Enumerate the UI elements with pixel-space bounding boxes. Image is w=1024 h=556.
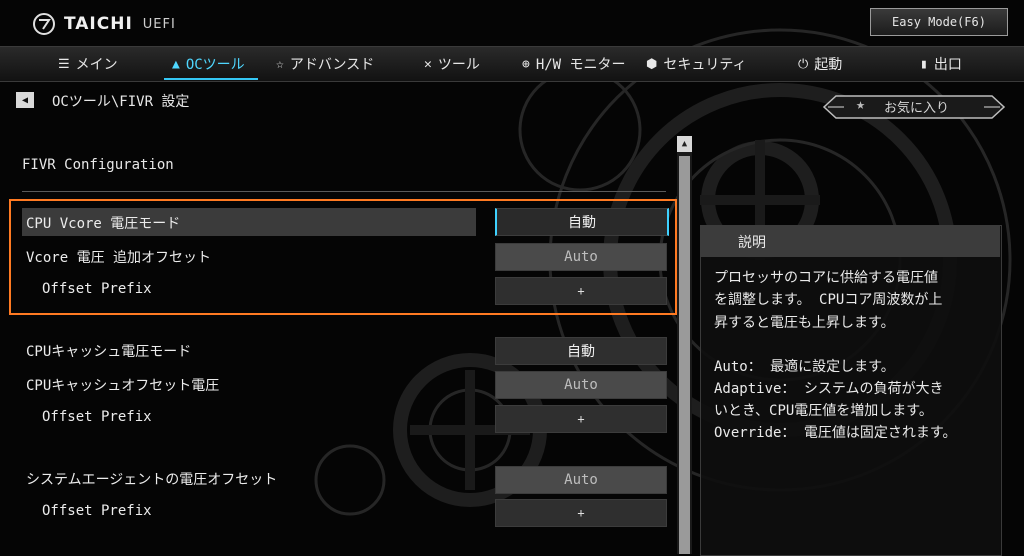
tab-advanced[interactable]: ☆ アドバンスド: [276, 47, 374, 81]
active-tab-underline: [164, 78, 258, 80]
tab-tool-label: ツール: [437, 57, 480, 73]
tab-main-label: メイン: [75, 57, 118, 73]
tools-icon: ✕: [424, 56, 432, 72]
setting-value-offset-prefix-2[interactable]: +: [495, 405, 667, 433]
description-line: Adaptive： システムの負荷が大き: [714, 381, 944, 397]
setting-value-cpu-cache-offset[interactable]: Auto: [495, 371, 667, 399]
crosshair-icon: ⊕: [522, 56, 530, 72]
setting-label-cpu-cache-mode[interactable]: CPUキャッシュ電圧モード: [26, 341, 191, 361]
taichi-logo-icon: [33, 13, 55, 35]
description-line: Override： 電圧値は固定されます。: [714, 425, 957, 441]
exit-icon: ▮: [920, 56, 928, 72]
breadcrumb: OCツール\FIVR 設定: [52, 94, 190, 110]
tab-hw-monitor-label: H/W モニター: [535, 57, 626, 73]
tab-main[interactable]: ☰ メイン: [58, 47, 118, 81]
setting-value-system-agent-offset[interactable]: Auto: [495, 466, 667, 494]
top-bar: TAICHI UEFI Easy Mode(F6): [0, 0, 1024, 46]
tab-exit[interactable]: ▮ 出口: [920, 47, 962, 81]
star-icon: ★: [856, 95, 866, 113]
description-line: 昇すると電圧も上昇します。: [714, 315, 895, 331]
description-title: 説明: [738, 235, 766, 251]
tab-security[interactable]: ⬢ セキュリティ: [646, 47, 747, 81]
scroll-up-arrow-icon[interactable]: ▲: [677, 136, 692, 152]
back-arrow-icon[interactable]: ◀: [16, 92, 34, 108]
setting-label-cpu-cache-offset[interactable]: CPUキャッシュオフセット電圧: [26, 375, 219, 395]
tab-hw-monitor[interactable]: ⊕ H/W モニター: [522, 47, 626, 81]
tab-advanced-label: アドバンスド: [289, 57, 375, 73]
description-line: Auto： 最適に設定します。: [714, 359, 895, 375]
setting-value-cpu-cache-mode[interactable]: 自動: [495, 337, 667, 365]
description-line: プロセッサのコアに供給する電圧値: [714, 270, 938, 286]
power-icon: ⏻: [798, 56, 809, 72]
section-divider: [22, 191, 666, 192]
section-title: FIVR Configuration: [22, 157, 174, 173]
setting-label-system-agent-offset[interactable]: システムエージェントの電圧オフセット: [26, 469, 277, 489]
shield-icon: ⬢: [646, 56, 658, 72]
tab-boot[interactable]: ⏻ 起動: [798, 47, 842, 81]
setting-label-offset-prefix-2[interactable]: Offset Prefix: [42, 409, 152, 425]
description-line: を調整します。 CPUコア周波数が上: [714, 292, 943, 308]
rocket-icon: ▲: [172, 56, 180, 72]
tab-security-label: セキュリティ: [663, 57, 747, 73]
tab-boot-label: 起動: [814, 57, 843, 73]
main-nav: ☰ メイン ▲ OCツール ☆ アドバンスド ✕ ツール ⊕ H/W モニター …: [0, 46, 1024, 82]
list-icon: ☰: [58, 56, 70, 72]
setting-value-offset-prefix-3[interactable]: +: [495, 499, 667, 527]
description-line: いとき、CPU電圧値を増加します。: [714, 403, 933, 419]
highlight-box: [9, 199, 677, 315]
tab-oc-tweaker[interactable]: ▲ OCツール: [172, 47, 245, 81]
brand-name: TAICHI: [64, 14, 133, 34]
taichi-logo: TAICHI UEFI: [32, 12, 176, 36]
star-icon: ☆: [276, 56, 284, 72]
favorites-label: お気に入り: [884, 101, 950, 116]
brand-sub: UEFI: [142, 16, 176, 32]
tab-oc-tweaker-label: OCツール: [185, 57, 245, 73]
setting-label-offset-prefix-3[interactable]: Offset Prefix: [42, 503, 152, 519]
tab-exit-label: 出口: [933, 57, 962, 73]
tab-tool[interactable]: ✕ ツール: [424, 47, 480, 81]
easy-mode-button[interactable]: Easy Mode(F6): [870, 8, 1008, 36]
scrollbar-thumb[interactable]: [679, 156, 690, 554]
